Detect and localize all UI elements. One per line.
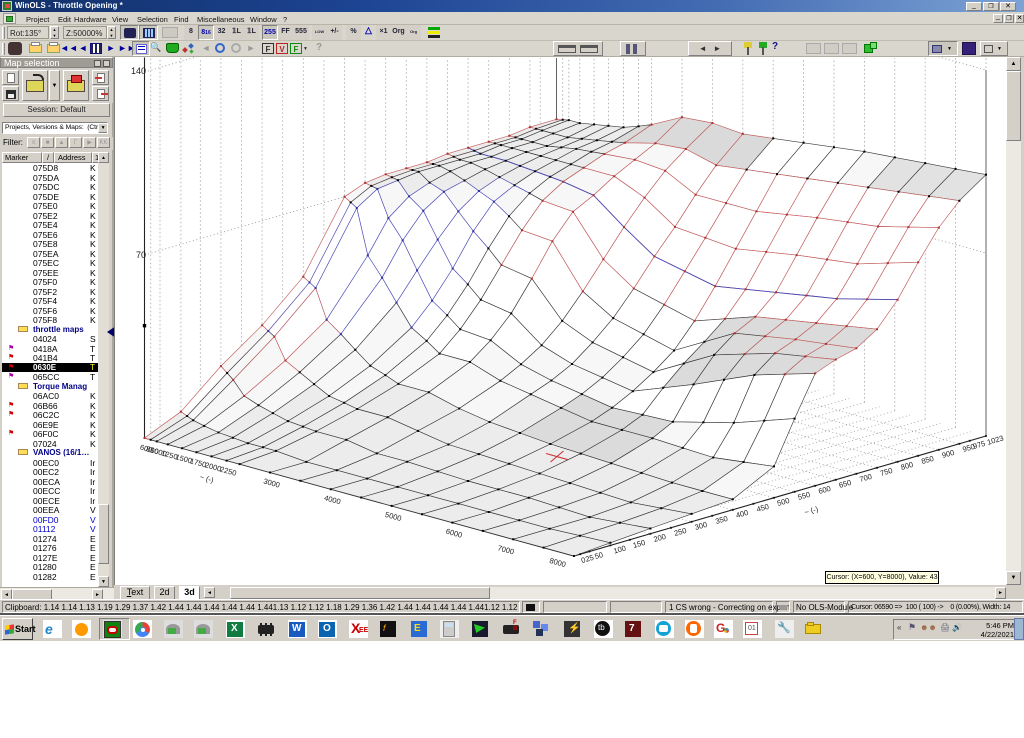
svg-text:650: 650 [838,478,853,490]
svg-text:4000: 4000 [323,493,341,506]
svg-text:750: 750 [879,466,894,478]
svg-text:600: 600 [817,484,832,496]
svg-text:350: 350 [714,514,729,526]
svg-text:450: 450 [755,502,770,514]
svg-text:~ (-): ~ (-) [803,504,819,517]
svg-text:~ (-): ~ (-) [199,472,215,485]
svg-text:800: 800 [900,460,915,472]
svg-text:850: 850 [920,454,935,466]
svg-text:70: 70 [136,250,146,260]
svg-text:900: 900 [941,448,956,460]
svg-text:3000: 3000 [262,477,280,490]
svg-text:150: 150 [632,538,647,550]
svg-text:500: 500 [776,496,791,508]
svg-text:200: 200 [652,532,667,544]
svg-text:140: 140 [131,66,146,76]
svg-text:100: 100 [612,543,627,555]
svg-text:8000: 8000 [548,556,566,569]
svg-text:7000: 7000 [497,543,515,556]
svg-text:2250: 2250 [219,465,237,478]
svg-text:975: 975 [972,439,987,451]
svg-text:1023: 1023 [986,433,1005,446]
svg-text:50: 50 [594,550,605,561]
svg-text:6000: 6000 [445,527,463,540]
svg-text:400: 400 [735,508,750,520]
svg-text:5000: 5000 [384,510,402,523]
svg-text:300: 300 [694,520,709,532]
svg-text:550: 550 [797,490,812,502]
svg-text:700: 700 [858,472,873,484]
svg-text:250: 250 [673,526,688,538]
